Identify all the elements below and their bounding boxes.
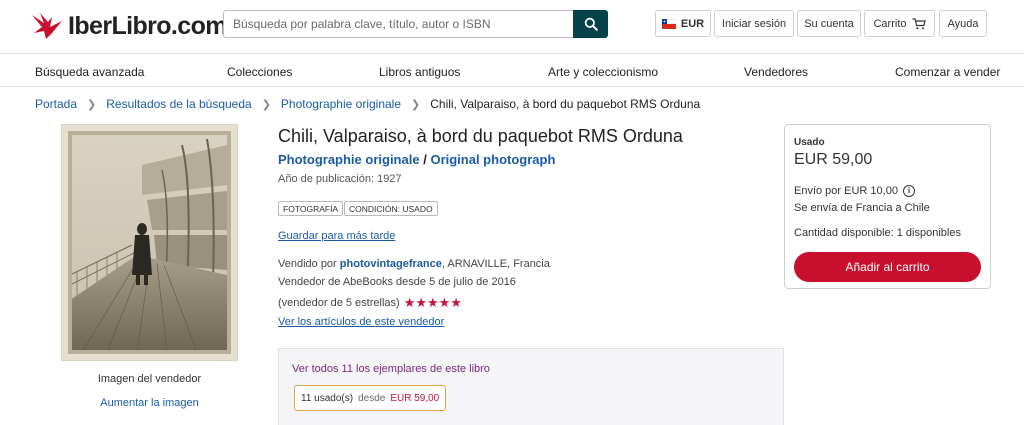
subtitle-separator: /	[423, 152, 427, 167]
currency-button[interactable]: EUR	[655, 10, 711, 37]
search-input[interactable]	[223, 10, 573, 38]
all-copies-panel: Ver todos 11 los ejemplares de este libr…	[278, 348, 784, 425]
used-copies-chip[interactable]: 11 usado(s) desde EUR 59,00	[294, 385, 447, 411]
seller-items-link[interactable]: Ver los artículos de este vendedor	[278, 316, 444, 328]
search-bar	[223, 10, 608, 38]
seller-name-link[interactable]: photovintagefrance	[340, 258, 442, 270]
main-nav: Búsqueda avanzada Colecciones Libros ant…	[0, 55, 1024, 87]
image-caption: Imagen del vendedor	[97, 373, 202, 385]
breadcrumb-current: Chili, Valparaiso, à bord du paquebot RM…	[430, 97, 701, 111]
condition-label: Usado	[794, 137, 825, 148]
seller-info: Vendido por photovintagefrance, ARNAVILL…	[278, 258, 550, 270]
shipping-cost: Envío por EUR 10,00	[794, 185, 898, 197]
cart-icon	[912, 17, 926, 29]
logo-bird-icon	[32, 13, 62, 39]
subtitle-link-original-photograph[interactable]: Original photograph	[430, 152, 555, 167]
tag-category: FOTOGRAFÍA	[278, 201, 344, 216]
site-logo[interactable]: IberLibro.com	[30, 8, 227, 44]
subtitle-link-photographie[interactable]: Photographie originale	[278, 152, 420, 167]
shipping-info: Envío por EUR 10,00 i	[794, 185, 915, 197]
price: EUR 59,00	[794, 151, 873, 168]
nav-art-collectibles[interactable]: Arte y coleccionismo	[548, 65, 658, 79]
tag-condition: CONDICIÓN: USADO	[344, 201, 438, 216]
help-button[interactable]: Ayuda	[939, 10, 987, 37]
used-copies-price: EUR 59,00	[390, 392, 440, 404]
save-for-later-link[interactable]: Guardar para más tarde	[278, 230, 395, 242]
star-rating-icon: ★★★★★	[403, 295, 462, 310]
enlarge-image-link[interactable]: Aumentar la imagen	[61, 397, 238, 409]
product-photo	[62, 125, 237, 360]
breadcrumb: Portada ❯ Resultados de la búsqueda ❯ Ph…	[35, 97, 700, 111]
chile-flag-icon	[661, 18, 676, 29]
logo-text: IberLibro.com	[68, 11, 227, 40]
breadcrumb-category[interactable]: Photographie originale	[281, 97, 401, 111]
seller-rating-text: (vendedor de 5 estrellas)	[278, 297, 400, 309]
cart-button[interactable]: Carrito	[864, 10, 935, 37]
sign-in-button[interactable]: Iniciar sesión	[714, 10, 794, 37]
currency-label: EUR	[680, 17, 705, 30]
ships-from: Se envía de Francia a Chile	[794, 202, 930, 214]
quantity-available: Cantidad disponible: 1 disponibles	[794, 227, 961, 239]
price-card: Usado EUR 59,00 Envío por EUR 10,00 i Se…	[784, 124, 991, 289]
chevron-right-icon: ❯	[411, 98, 421, 111]
publication-year: Año de publicación: 1927	[278, 173, 402, 185]
product-image[interactable]	[61, 124, 238, 361]
product-title: Chili, Valparaiso, à bord du paquebot RM…	[278, 126, 683, 146]
nav-start-selling[interactable]: Comenzar a vender	[895, 65, 1000, 79]
nav-sellers[interactable]: Vendedores	[744, 65, 808, 79]
breadcrumb-search-results[interactable]: Resultados de la búsqueda	[106, 97, 251, 111]
chevron-right-icon: ❯	[261, 98, 271, 111]
all-copies-link[interactable]: Ver todos 11 los ejemplares de este libr…	[292, 363, 490, 375]
nav-collections[interactable]: Colecciones	[227, 65, 292, 79]
seller-location: , ARNAVILLE, Francia	[441, 258, 550, 270]
add-to-cart-button[interactable]: Añadir al carrito	[794, 252, 981, 282]
used-copies-count: 11 usado(s)	[301, 392, 354, 404]
cart-label: Carrito	[873, 17, 907, 30]
search-icon	[584, 17, 598, 31]
seller-since: Vendedor de AbeBooks desde 5 de julio de…	[278, 276, 516, 288]
sold-by-label: Vendido por	[278, 258, 337, 270]
product-subtitle: Photographie originale / Original photog…	[278, 152, 555, 167]
used-copies-from: desde	[358, 392, 386, 404]
nav-rare-books[interactable]: Libros antiguos	[379, 65, 460, 79]
search-button[interactable]	[573, 10, 608, 38]
info-icon[interactable]: i	[902, 185, 915, 197]
account-button[interactable]: Su cuenta	[797, 10, 861, 37]
breadcrumb-home[interactable]: Portada	[35, 97, 77, 111]
chevron-right-icon: ❯	[87, 98, 97, 111]
nav-advanced-search[interactable]: Búsqueda avanzada	[35, 65, 144, 79]
site-header: IberLibro.com EUR Iniciar sesión Su cuen…	[0, 0, 1024, 54]
seller-rating: (vendedor de 5 estrellas) ★★★★★	[278, 295, 462, 311]
